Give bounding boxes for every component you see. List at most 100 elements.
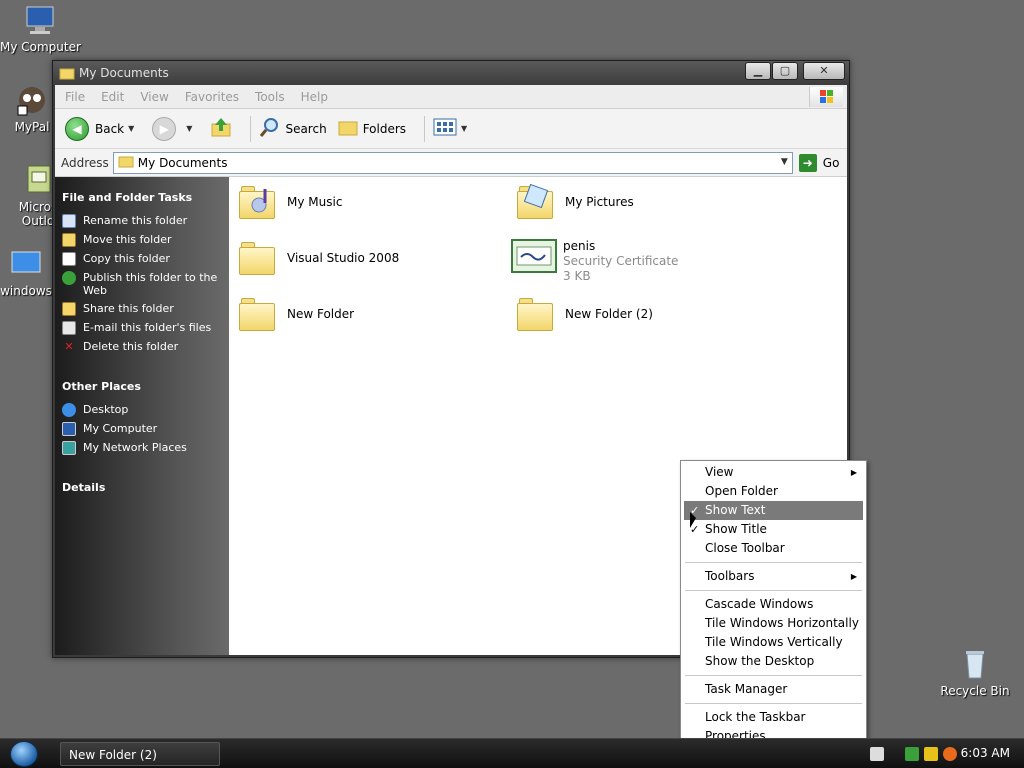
menu-help[interactable]: Help [301, 90, 328, 104]
rename-folder-link[interactable]: Rename this folder [62, 214, 229, 228]
desktop-icon-label: Recycle Bin [940, 684, 1010, 698]
search-icon [259, 116, 281, 141]
clock[interactable]: 6:03 AM [961, 746, 1010, 760]
file-item[interactable]: My Music [237, 183, 497, 221]
back-button[interactable]: ◀ Back ▼ [65, 116, 142, 141]
taskbar-context-menu: View ▶ Open Folder ✓ Show Text ✓ Show Ti… [680, 460, 867, 748]
chevron-down-icon[interactable]: ▼ [781, 157, 788, 167]
submenu-arrow-icon: ▶ [850, 572, 857, 581]
ctx-show-title[interactable]: ✓ Show Title [684, 520, 863, 539]
pictures-folder-icon [515, 183, 555, 221]
window-title: My Documents [79, 66, 169, 80]
move-icon [62, 233, 76, 247]
chevron-down-icon[interactable]: ▼ [461, 124, 467, 133]
search-button[interactable]: Search [259, 116, 327, 141]
share-folder-link[interactable]: Share this folder [62, 302, 229, 316]
menu-tools[interactable]: Tools [255, 90, 285, 104]
taskbar[interactable]: New Folder (2) 6:03 AM [0, 738, 1024, 768]
publish-folder-link[interactable]: Publish this folder to the Web [62, 271, 229, 297]
music-folder-icon [237, 183, 277, 221]
menu-separator [685, 590, 862, 591]
network-icon[interactable] [905, 747, 919, 761]
file-item[interactable]: Visual Studio 2008 [237, 239, 497, 277]
share-icon [62, 302, 76, 316]
submenu-arrow-icon: ▶ [850, 468, 857, 477]
rename-icon [62, 214, 76, 228]
start-button[interactable] [10, 741, 38, 767]
ctx-lock-taskbar[interactable]: Lock the Taskbar [684, 708, 863, 727]
delete-folder-link[interactable]: ✕ Delete this folder [62, 340, 229, 354]
folder-icon [118, 154, 134, 171]
go-arrow-icon: ➜ [798, 153, 817, 172]
maximize-button[interactable]: ▢ [772, 62, 798, 80]
menu-edit[interactable]: Edit [101, 90, 124, 104]
folder-icon [237, 239, 277, 277]
raccoon-icon [16, 84, 48, 116]
keyboard-icon[interactable] [870, 747, 884, 761]
windows-monitor-icon [10, 248, 42, 280]
standard-toolbar: ◀ Back ▼ ▶ ▼ Search Folders ▼ [55, 109, 847, 149]
globe-icon [62, 271, 76, 285]
folders-icon [337, 116, 359, 141]
ctx-toolbars[interactable]: Toolbars ▶ [684, 567, 863, 586]
search-icon[interactable] [943, 747, 957, 761]
move-folder-link[interactable]: Move this folder [62, 233, 229, 247]
menu-separator [685, 675, 862, 676]
task-pane: File and Folder Tasks Rename this folder… [55, 177, 229, 655]
title-bar[interactable]: My Documents ▁ ▢ ✕ [53, 61, 849, 85]
chevron-down-icon[interactable]: ▼ [186, 124, 192, 133]
toolbar-separator [424, 115, 426, 142]
menu-view[interactable]: View [140, 90, 168, 104]
menu-file[interactable]: File [65, 90, 85, 104]
other-places-header[interactable]: Other Places [62, 380, 229, 393]
folder-icon [59, 66, 75, 80]
certificate-icon [511, 239, 557, 273]
email-folder-link[interactable]: E-mail this folder's files [62, 321, 229, 335]
desktop-icon-label: My Computer [0, 40, 81, 54]
file-item[interactable]: New Folder [237, 295, 497, 333]
ctx-close-toolbar[interactable]: Close Toolbar [684, 539, 863, 558]
desktop-icon-my-computer[interactable]: My Computer [0, 4, 81, 54]
search-label: Search [285, 121, 327, 136]
forward-button[interactable]: ▶ ▼ [152, 116, 200, 141]
go-button[interactable]: ➜ Go [798, 153, 840, 172]
file-folder-tasks-header[interactable]: File and Folder Tasks [62, 191, 229, 204]
folders-button[interactable]: Folders [337, 116, 406, 141]
taskbar-button-new-folder-2[interactable]: New Folder (2) [60, 742, 220, 766]
file-item[interactable]: penis Security Certificate 3 KB [511, 239, 771, 284]
menu-favorites[interactable]: Favorites [185, 90, 239, 104]
ctx-task-manager[interactable]: Task Manager [684, 680, 863, 699]
views-icon [433, 118, 457, 139]
computer-icon [62, 422, 76, 436]
go-label: Go [822, 155, 840, 170]
other-places-desktop[interactable]: Desktop [62, 403, 229, 417]
up-folder-button[interactable] [210, 116, 232, 141]
minimize-button[interactable]: ▁ [745, 62, 771, 80]
ctx-open-folder[interactable]: Open Folder [684, 482, 863, 501]
chevron-down-icon[interactable]: ▼ [128, 124, 134, 133]
ctx-tile-horizontally[interactable]: Tile Windows Horizontally [684, 614, 863, 633]
ctx-show-desktop[interactable]: Show the Desktop [684, 652, 863, 671]
other-places-network[interactable]: My Network Places [62, 441, 229, 455]
shield-icon[interactable] [924, 747, 938, 761]
desktop-icon [62, 403, 76, 417]
details-header[interactable]: Details [62, 481, 229, 494]
menu-separator [685, 562, 862, 563]
other-places-my-computer[interactable]: My Computer [62, 422, 229, 436]
ctx-tile-vertically[interactable]: Tile Windows Vertically [684, 633, 863, 652]
close-button[interactable]: ✕ [803, 62, 845, 80]
file-item[interactable]: My Pictures [515, 183, 775, 221]
ctx-cascade-windows[interactable]: Cascade Windows [684, 595, 863, 614]
ctx-show-text[interactable]: ✓ Show Text [684, 501, 863, 520]
outlook-icon [22, 164, 54, 196]
other-places: Other Places Desktop My Computer My Netw… [62, 380, 229, 455]
copy-folder-link[interactable]: Copy this folder [62, 252, 229, 266]
file-folder-tasks: File and Folder Tasks Rename this folder… [62, 191, 229, 354]
folder-icon [515, 295, 555, 333]
menu-separator [685, 703, 862, 704]
desktop-icon-recycle-bin[interactable]: Recycle Bin [935, 648, 1015, 698]
file-item[interactable]: New Folder (2) [515, 295, 775, 333]
ctx-view[interactable]: View ▶ [684, 463, 863, 482]
address-input[interactable]: My Documents ▼ [112, 151, 793, 174]
views-button[interactable]: ▼ [433, 118, 475, 139]
